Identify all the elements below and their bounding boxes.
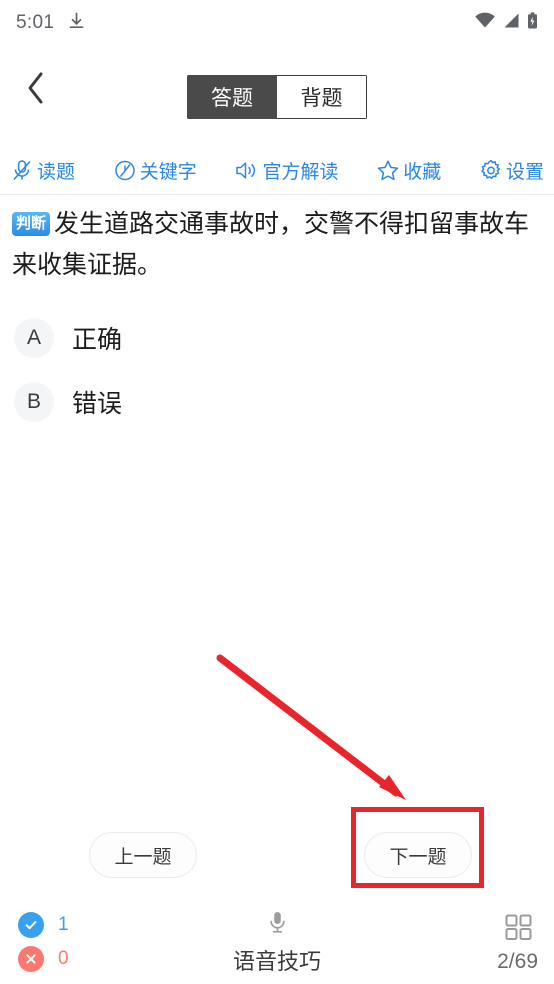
x-circle-icon: [18, 946, 44, 972]
wrong-stat: 0: [18, 942, 69, 976]
key-circle-slash-icon: [113, 158, 137, 183]
option-b[interactable]: B 错误: [14, 370, 540, 434]
option-label: 错误: [72, 390, 123, 418]
answer-stats: 1 0: [18, 908, 69, 976]
toolbar-item-settings[interactable]: 设置: [479, 157, 544, 184]
question-grid-button[interactable]: 2/69: [497, 912, 538, 974]
back-button[interactable]: [10, 64, 62, 116]
voice-tips-label: 语音技巧: [232, 949, 322, 974]
tab-recite-mode[interactable]: 背题: [277, 75, 367, 119]
toolbar-item-read-question[interactable]: 读题: [10, 157, 75, 184]
cellular-signal-icon: [503, 12, 520, 34]
battery-icon: [527, 11, 538, 35]
mic-off-icon: [10, 158, 34, 183]
option-letter: A: [14, 318, 54, 358]
question-toolbar: 读题 关键字 官方解读 收藏 设置: [0, 146, 554, 194]
option-letter: B: [14, 382, 54, 422]
answer-options-list: A 正确 B 错误: [14, 306, 540, 434]
correct-stat: 1: [18, 908, 69, 942]
app-header: 答题 背题: [0, 46, 554, 138]
download-icon: [68, 12, 85, 35]
toolbar-label-official-explain: 官方解读: [262, 161, 339, 183]
previous-question-button[interactable]: 上一题: [89, 832, 197, 878]
toolbar-divider: [0, 194, 554, 195]
toolbar-item-keyword[interactable]: 关键字: [113, 157, 197, 184]
wifi-icon: [474, 12, 496, 34]
toolbar-label-settings: 设置: [505, 161, 544, 183]
status-bar: 5:01: [0, 0, 554, 46]
toolbar-label-favorite: 收藏: [403, 161, 442, 183]
toolbar-item-official-explain[interactable]: 官方解读: [234, 157, 338, 184]
question-type-badge: 判断: [12, 212, 51, 236]
voice-tips-button[interactable]: 语音技巧: [233, 910, 321, 976]
question-text: 发生道路交通事故时，交警不得扣留事故车来收集证据。: [12, 210, 530, 279]
toolbar-label-keyword: 关键字: [139, 161, 197, 183]
check-circle-icon: [18, 912, 44, 938]
status-bar-clock: 5:01: [16, 12, 55, 33]
tab-answer-mode[interactable]: 答题: [187, 75, 277, 119]
option-label: 正确: [72, 326, 123, 354]
grid-icon: [502, 912, 534, 947]
mode-segmented-control[interactable]: 答题 背题: [187, 75, 367, 119]
app-screen: 5:01 答题 背题 读题 关键字 官方解读 收藏 设置 判断 发生道路交通事故…: [0, 0, 554, 984]
option-a[interactable]: A 正确: [14, 306, 540, 370]
speaker-icon: [234, 158, 259, 183]
bottom-bar: 1 0 语音技巧 2/69: [0, 900, 554, 984]
correct-count: 1: [58, 914, 69, 935]
next-question-button[interactable]: 下一题: [364, 832, 472, 878]
status-bar-right: [474, 11, 538, 35]
status-bar-left: 5:01: [16, 12, 85, 35]
question-progress-count: 2/69: [497, 950, 538, 973]
toolbar-item-favorite[interactable]: 收藏: [376, 157, 441, 184]
question-navigation: 上一题 下一题: [0, 832, 554, 888]
wrong-count: 0: [58, 948, 69, 969]
chevron-left-icon: [25, 71, 47, 110]
microphone-icon: [266, 910, 287, 940]
star-outline-icon: [376, 158, 400, 183]
toolbar-label-read-question: 读题: [37, 161, 76, 183]
gear-icon: [479, 158, 503, 183]
question-text-block: 判断 发生道路交通事故时，交警不得扣留事故车来收集证据。: [12, 204, 546, 286]
